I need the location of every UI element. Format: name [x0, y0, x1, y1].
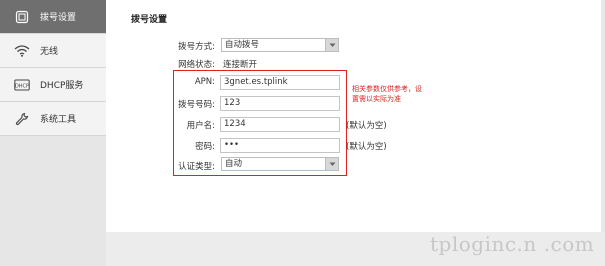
auth-type-value: 自动 [225, 159, 243, 169]
dial-mode-value: 自动拨号 [225, 40, 260, 50]
sidebar-item-wireless[interactable]: 无线 [0, 34, 106, 68]
sidebar-item-dhcp[interactable]: DHCP DHCP服务 [0, 68, 106, 102]
watermark: tploginc.n .com [430, 232, 595, 256]
sidebar-item-label: 无线 [40, 47, 59, 57]
sidebar-filler [0, 136, 106, 266]
sidebar-item-dial-settings[interactable]: 拨号设置 [0, 0, 106, 34]
sidebar-item-label: DHCP服务 [40, 81, 84, 91]
password-hint: (默认为空) [346, 142, 387, 152]
chevron-down-icon [325, 39, 338, 51]
dial-number-label: 拨号号码: [178, 100, 215, 110]
router-icon [8, 0, 36, 34]
wifi-icon [8, 34, 36, 68]
wrench-icon [8, 102, 36, 136]
apn-input[interactable]: 3gnet.es.tplink [220, 75, 340, 90]
page-title: 拨号设置 [131, 15, 168, 25]
svg-text:DHCP: DHCP [15, 83, 29, 89]
sidebar: 拨号设置 无线 DHCP DHCP服务 系统工具 [0, 0, 106, 266]
chevron-down-icon [325, 158, 338, 170]
username-hint: (默认为空) [346, 121, 387, 131]
network-status-label: 网络状态: [178, 60, 215, 70]
auth-type-label: 认证类型: [178, 162, 215, 172]
dial-mode-label: 拨号方式: [178, 42, 215, 52]
auth-type-select[interactable]: 自动 [221, 157, 339, 171]
dial-number-input[interactable]: 123 [220, 96, 340, 111]
password-input[interactable]: ••• [220, 138, 340, 153]
dhcp-icon: DHCP [8, 68, 36, 102]
annotation-note: 相关参数仅供参考，设置需以实际为准 [352, 85, 422, 103]
apn-label: APN: [194, 77, 215, 87]
sidebar-item-system-tools[interactable]: 系统工具 [0, 102, 106, 136]
network-status-value: 连接断开 [223, 60, 258, 70]
password-label: 密码: [195, 142, 215, 152]
panel-edge [601, 0, 605, 232]
username-label: 用户名: [186, 121, 215, 131]
dial-mode-select[interactable]: 自动拨号 [221, 38, 339, 52]
username-input[interactable]: 1234 [220, 117, 340, 132]
sidebar-item-label: 系统工具 [40, 115, 77, 125]
sidebar-item-label: 拨号设置 [40, 13, 77, 23]
